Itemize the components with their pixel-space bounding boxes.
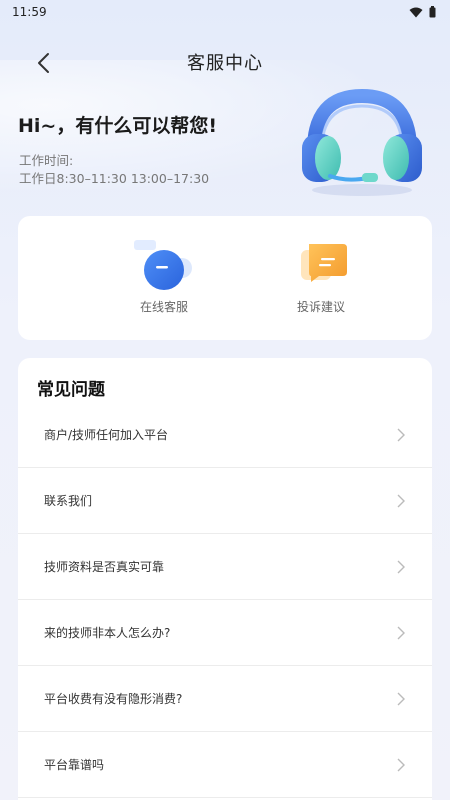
faq-list: 商户/技师任何加入平台 联系我们 技师资料是否真实可靠 来的技师非本人怎么办? … — [18, 402, 432, 798]
faq-question: 平台靠谱吗 — [44, 758, 105, 772]
faq-item[interactable]: 技师资料是否真实可靠 — [18, 534, 432, 600]
online-service-label: 在线客服 — [139, 300, 188, 314]
faq-item[interactable]: 联系我们 — [18, 468, 432, 534]
complaint-suggestion-button[interactable]: 投诉建议 — [261, 240, 381, 330]
faq-question: 联系我们 — [44, 494, 93, 508]
faq-question: 技师资料是否真实可靠 — [44, 560, 165, 574]
chevron-left-icon — [38, 53, 49, 73]
wifi-icon — [409, 7, 423, 17]
battery-icon — [429, 6, 436, 18]
chevron-right-icon — [397, 758, 405, 772]
work-time-label: 工作时间: — [19, 153, 74, 168]
faq-item[interactable]: 商户/技师任何加入平台 — [18, 402, 432, 468]
faq-title: 常见问题 — [37, 380, 105, 400]
service-card: 在线客服 投诉建议 — [18, 216, 432, 340]
chevron-right-icon — [397, 692, 405, 706]
chevron-right-icon — [397, 560, 405, 574]
faq-item[interactable]: 平台收费有没有隐形消费? — [18, 666, 432, 732]
faq-item[interactable]: 来的技师非本人怎么办? — [18, 600, 432, 666]
headset-icon — [302, 88, 422, 196]
chat-bubble-icon — [134, 240, 192, 290]
chevron-right-icon — [397, 626, 405, 640]
back-button[interactable] — [28, 48, 58, 78]
chevron-right-icon — [397, 428, 405, 442]
faq-question: 平台收费有没有隐形消费? — [44, 692, 183, 706]
faq-question: 商户/技师任何加入平台 — [44, 428, 169, 442]
status-time: 11:59 — [12, 5, 47, 19]
greeting-text: Hi~，有什么可以帮您! — [18, 115, 217, 137]
status-bar: 11:59 — [0, 0, 450, 24]
message-icon — [301, 244, 347, 282]
faq-card: 常见问题 商户/技师任何加入平台 联系我们 技师资料是否真实可靠 来的技师非本人… — [18, 358, 432, 800]
work-time-value: 工作日8:30–11:30 13:00–17:30 — [19, 171, 210, 186]
page-title: 客服中心 — [187, 53, 263, 74]
chevron-right-icon — [397, 494, 405, 508]
online-service-button[interactable]: 在线客服 — [104, 240, 224, 330]
faq-question: 来的技师非本人怎么办? — [44, 626, 171, 640]
header: 客服中心 — [0, 40, 450, 84]
complaint-suggestion-label: 投诉建议 — [296, 300, 345, 314]
faq-item[interactable]: 平台靠谱吗 — [18, 732, 432, 798]
status-icons — [409, 6, 436, 18]
